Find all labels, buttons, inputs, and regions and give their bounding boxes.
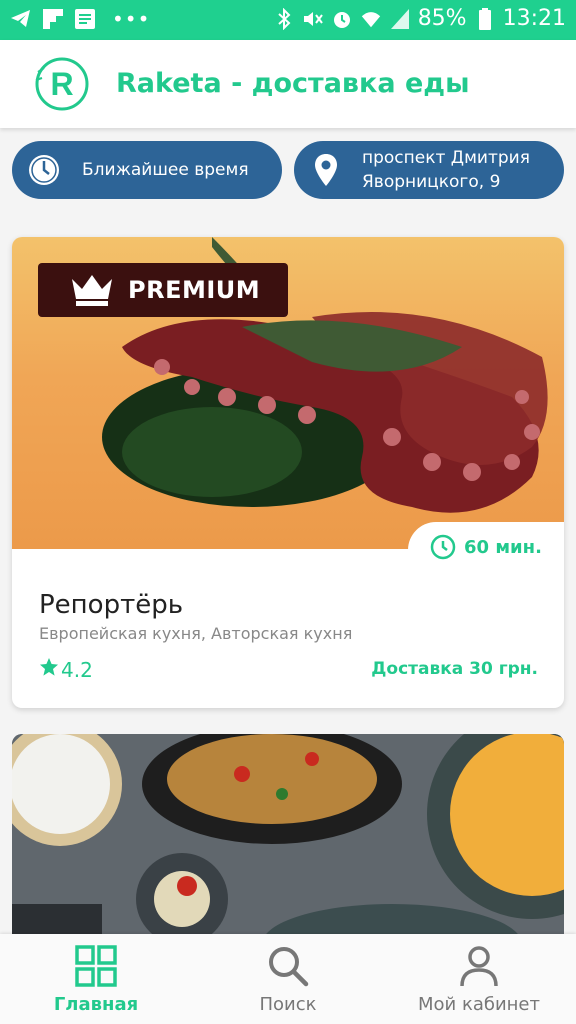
- app-bar: R Raketa - доставка еды: [0, 40, 576, 128]
- nav-home-label: Главная: [53, 994, 139, 1015]
- raketa-logo: R: [34, 56, 90, 112]
- nav-search[interactable]: Поиск: [228, 940, 348, 1020]
- premium-badge: PREMIUM: [38, 263, 288, 317]
- svg-text:R: R: [50, 66, 73, 102]
- delivery-time-button[interactable]: Ближайшее время: [12, 141, 282, 199]
- flipboard-icon: [42, 8, 64, 30]
- delivery-time-text: 60 мин.: [464, 536, 542, 558]
- app-title: Raketa - доставка еды: [116, 68, 470, 99]
- notes-icon: [74, 8, 96, 30]
- wifi-icon: [360, 8, 382, 30]
- delivery-price: Доставка 30 грн.: [371, 659, 538, 679]
- star-icon: [39, 657, 59, 682]
- nav-account-label: Мой кабинет: [418, 994, 540, 1015]
- status-left-icons: •••: [10, 7, 150, 31]
- nav-search-label: Поиск: [259, 994, 317, 1015]
- mute-icon: [302, 8, 324, 30]
- restaurant-card-2[interactable]: [12, 734, 564, 934]
- premium-label: PREMIUM: [128, 276, 261, 304]
- clock-icon: [24, 150, 64, 190]
- alarm-icon: [331, 8, 353, 30]
- delivery-address-button[interactable]: проспект Дмитрия Яворницкого, 9: [294, 141, 564, 199]
- battery-icon: [474, 7, 496, 30]
- restaurant-cuisine: Европейская кухня, Авторская кухня: [39, 624, 353, 643]
- restaurant-rating: 4.2: [39, 657, 93, 682]
- address-line-2: Яворницкого, 9: [362, 172, 501, 192]
- status-bar: ••• 85% 13:21: [0, 0, 576, 40]
- restaurant-card[interactable]: PREMIUM 60 мин. Репортёрь Европейская ку…: [12, 237, 564, 708]
- restaurant-name: Репортёрь: [39, 590, 184, 620]
- clock: 13:21: [502, 6, 566, 31]
- rating-value: 4.2: [61, 657, 93, 682]
- delivery-time-badge: 60 мин.: [408, 522, 564, 572]
- status-right: 85% 13:21: [273, 6, 566, 31]
- nav-home[interactable]: Главная: [36, 940, 156, 1020]
- crown-icon: [70, 273, 114, 307]
- restaurant-photo-2: [12, 734, 564, 934]
- timer-icon: [430, 534, 456, 560]
- signal-icon: [389, 8, 411, 30]
- user-icon: [457, 944, 501, 988]
- nav-account[interactable]: Мой кабинет: [404, 940, 554, 1020]
- search-icon: [266, 944, 310, 988]
- more-notifications-icon: •••: [112, 7, 151, 31]
- battery-percent: 85%: [417, 6, 467, 31]
- delivery-time-label: Ближайшее время: [82, 160, 249, 180]
- grid-icon: [74, 944, 118, 988]
- bottom-navigation: Главная Поиск Мой кабинет: [0, 934, 576, 1024]
- address-line-1: проспект Дмитрия: [362, 148, 530, 168]
- location-pin-icon: [306, 150, 346, 190]
- bluetooth-icon: [273, 7, 295, 30]
- telegram-icon: [10, 8, 32, 30]
- address-text: проспект Дмитрия Яворницкого, 9: [362, 146, 530, 194]
